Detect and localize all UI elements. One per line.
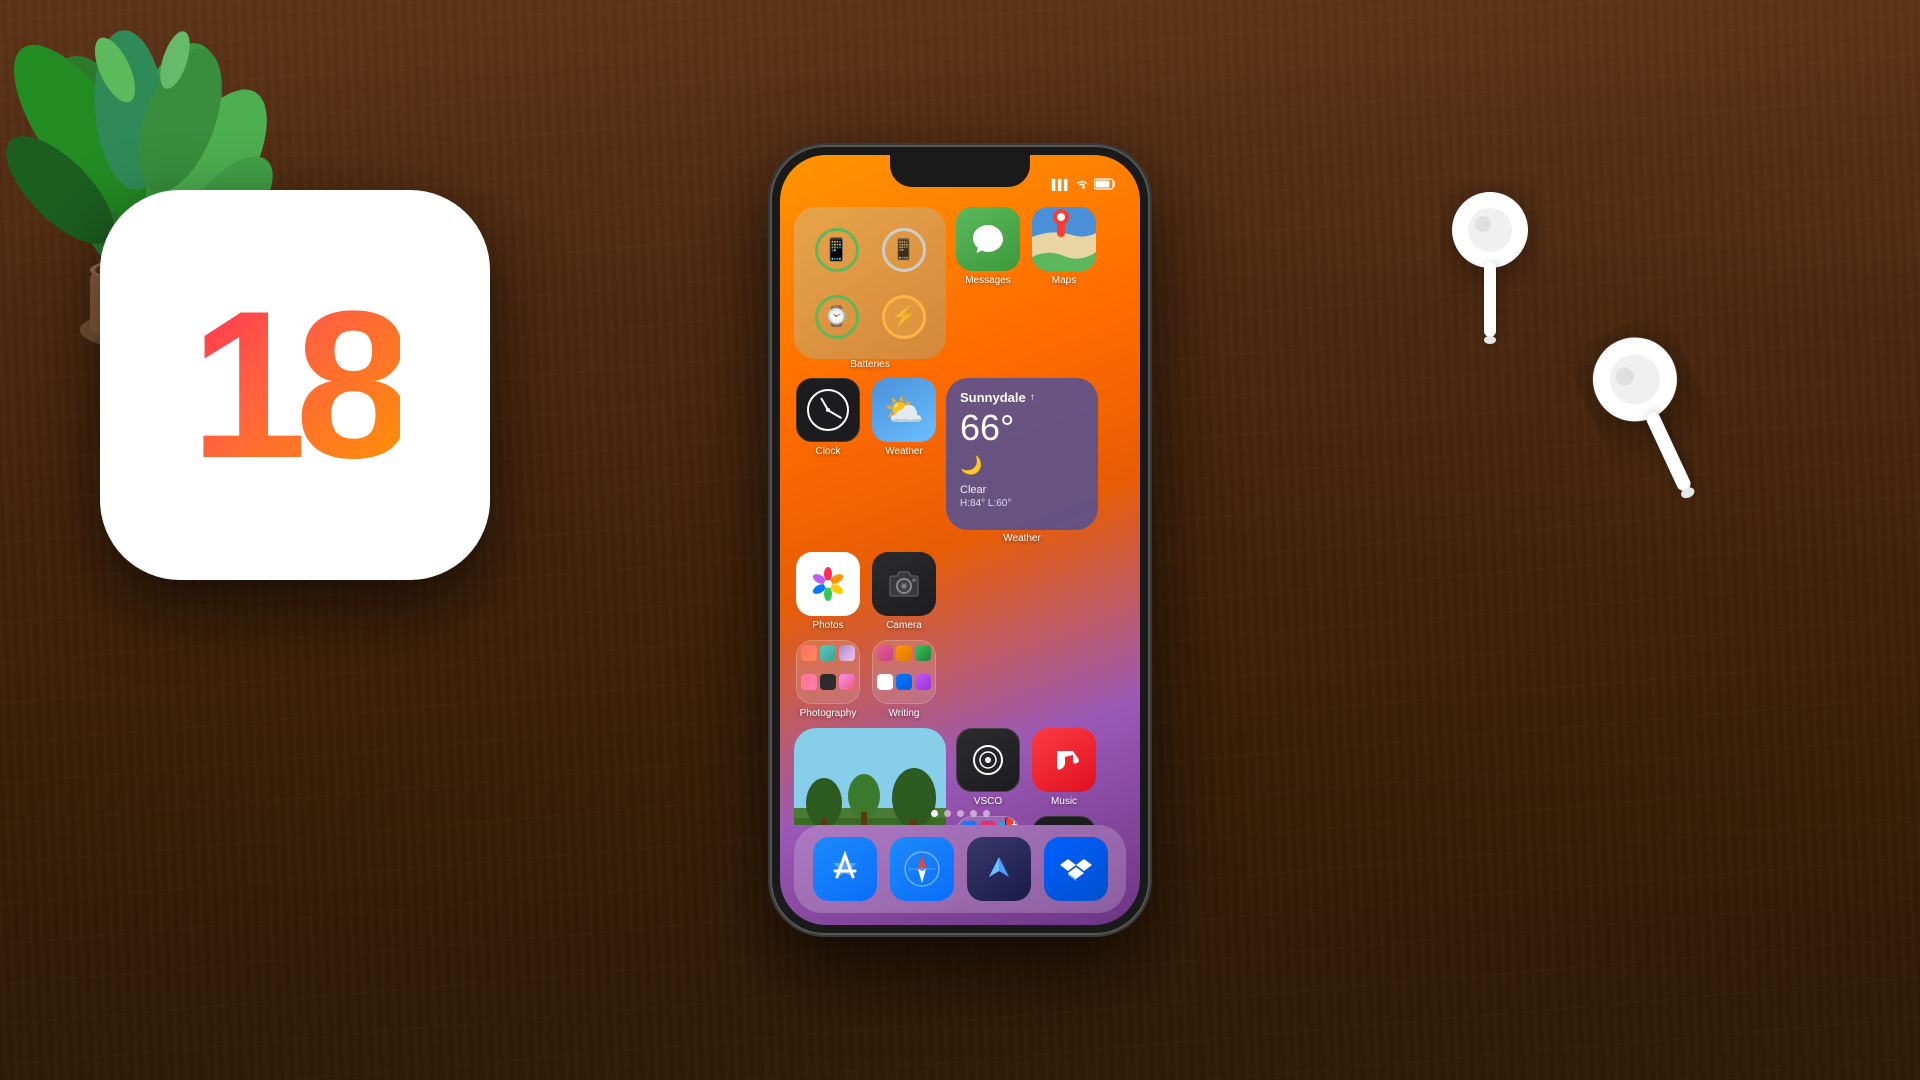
social-badge: 1 [1005, 816, 1020, 825]
weather-city: Sunnydale ↑ [960, 390, 1084, 405]
clock-label: Clock [815, 446, 840, 457]
vsco-label: VSCO [974, 796, 1002, 807]
camera-label: Camera [886, 620, 922, 631]
app-row-4: Photography Writing [794, 640, 1126, 720]
appstore-dock-icon[interactable] [813, 837, 877, 901]
writing-folder-label: Writing [889, 708, 920, 719]
weather-condition-row: 🌙 [960, 455, 1084, 476]
home-screen-content: 📱 📱 ⌚ ⚡ [780, 199, 1140, 825]
batteries-widget[interactable]: 📱 📱 ⌚ ⚡ [794, 207, 946, 359]
iphone-device: ▌▌▌ 📱 [770, 145, 1150, 935]
camera-app[interactable]: Camera [870, 552, 938, 632]
page-dots [780, 810, 1140, 817]
location-arrow-icon: ↑ [1030, 392, 1035, 403]
vsco-music-row: VSCO Music [954, 728, 1098, 808]
weather-condition: Clear [960, 484, 1084, 496]
signal-icon: ▌▌▌ [1052, 180, 1070, 191]
vsco-app[interactable]: VSCO [954, 728, 1022, 808]
iphone-screen: ▌▌▌ 📱 [780, 155, 1140, 925]
writing-folder[interactable]: Writing [870, 640, 938, 720]
weather-app[interactable]: ⛅ Weather [870, 378, 938, 458]
weather-condition-icon: 🌙 [960, 455, 982, 476]
dock-safari[interactable] [890, 837, 954, 901]
battery-phone2: 📱 [875, 221, 932, 278]
dock-dropbox[interactable] [1044, 837, 1108, 901]
dock [794, 825, 1126, 913]
battery-charging: ⚡ [875, 288, 932, 345]
spark-dock-icon[interactable] [967, 837, 1031, 901]
watch-app[interactable]: 9:37 Watch [1030, 816, 1098, 825]
photography-folder-label: Photography [800, 708, 857, 719]
airpod-left [1440, 180, 1540, 365]
music-app[interactable]: Music [1030, 728, 1098, 808]
battery-watch: ⌚ [808, 288, 865, 345]
photos-label: Photos [812, 620, 843, 631]
app-row-3: Photos Camera [794, 552, 1126, 632]
maps-label: Maps [1052, 275, 1076, 286]
battery-phone: 📱 [808, 221, 865, 278]
page-dot-5[interactable] [983, 810, 990, 817]
maps-app[interactable]: Maps [1030, 207, 1098, 287]
photography-folder[interactable]: Photography [794, 640, 862, 720]
social-watch-row: 1 Social [954, 816, 1098, 825]
weather-widget-label: Weather [1003, 533, 1041, 544]
weather-details: H:84° L:60° [960, 498, 1084, 509]
page-dot-3[interactable] [957, 810, 964, 817]
weather-widget[interactable]: Sunnydale ↑ 66° 🌙 Clear H:84° L:60° [946, 378, 1098, 530]
messages-app[interactable]: Messages [954, 207, 1022, 287]
batteries-widget-container[interactable]: 📱 📱 ⌚ ⚡ [794, 207, 946, 370]
weather-widget-container[interactable]: Sunnydale ↑ 66° 🌙 Clear H:84° L:60° Weat… [946, 378, 1098, 544]
page-dot-4[interactable] [970, 810, 977, 817]
battery-icon [1094, 178, 1116, 193]
app-row-1: 📱 📱 ⌚ ⚡ [794, 207, 1126, 370]
safari-dock-icon[interactable] [890, 837, 954, 901]
dropbox-dock-icon[interactable] [1044, 837, 1108, 901]
dock-spark[interactable] [967, 837, 1031, 901]
clock-app[interactable]: Clock [794, 378, 862, 458]
page-dot-1[interactable] [931, 810, 938, 817]
status-icons: ▌▌▌ [1052, 178, 1116, 193]
ios18-logo: 18 [100, 190, 490, 580]
messages-label: Messages [965, 275, 1011, 286]
ios18-number: 18 [190, 280, 400, 490]
weather-temperature: 66° [960, 407, 1084, 449]
dock-appstore[interactable] [813, 837, 877, 901]
batteries-label: Batteries [850, 359, 889, 370]
photos-app[interactable]: Photos [794, 552, 862, 632]
page-dot-2[interactable] [944, 810, 951, 817]
wifi-icon [1075, 179, 1089, 193]
notch [890, 155, 1030, 187]
music-label: Music [1051, 796, 1077, 807]
social-folder[interactable]: 1 Social [954, 816, 1022, 825]
app-row-2: Clock ⛅ Weather Sunnydale ↑ [794, 378, 1126, 544]
weather-label: Weather [885, 446, 923, 457]
